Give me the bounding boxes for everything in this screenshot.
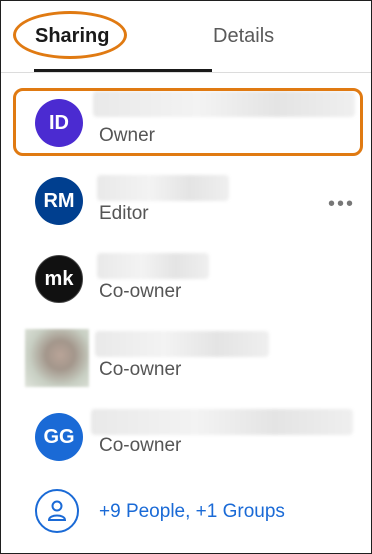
more-people-link[interactable]: +9 People, +1 Groups xyxy=(1,485,371,541)
avatar xyxy=(25,329,89,387)
list-item[interactable]: mk Co-owner xyxy=(1,247,371,321)
avatar: mk xyxy=(35,255,83,303)
list-item[interactable]: ID Owner xyxy=(1,85,371,159)
tab-divider xyxy=(1,72,371,73)
tab-sharing[interactable]: Sharing xyxy=(35,25,109,48)
list-item[interactable]: RM Editor ••• xyxy=(1,169,371,243)
person-name xyxy=(97,175,229,201)
list-item[interactable]: GG Co-owner xyxy=(1,405,371,479)
person-name xyxy=(93,91,355,117)
person-role: Co-owner xyxy=(99,359,182,380)
person-role: Owner xyxy=(99,125,155,146)
person-role: Editor xyxy=(99,203,149,224)
more-people-label: +9 People, +1 Groups xyxy=(99,501,285,522)
tab-details[interactable]: Details xyxy=(213,25,274,48)
person-name xyxy=(95,331,269,357)
avatar: RM xyxy=(35,177,83,225)
person-role: Co-owner xyxy=(99,435,182,456)
person-icon xyxy=(35,489,79,533)
avatar: GG xyxy=(35,413,83,461)
more-actions-button[interactable]: ••• xyxy=(328,193,355,216)
avatar: ID xyxy=(35,99,83,147)
person-name xyxy=(97,253,209,279)
sharing-panel: Sharing Details ID Owner RM Editor ••• m… xyxy=(0,0,372,554)
person-role: Co-owner xyxy=(99,281,182,302)
tab-bar: Sharing Details xyxy=(1,1,371,73)
list-item[interactable]: Co-owner xyxy=(1,327,371,401)
person-name xyxy=(91,409,353,435)
